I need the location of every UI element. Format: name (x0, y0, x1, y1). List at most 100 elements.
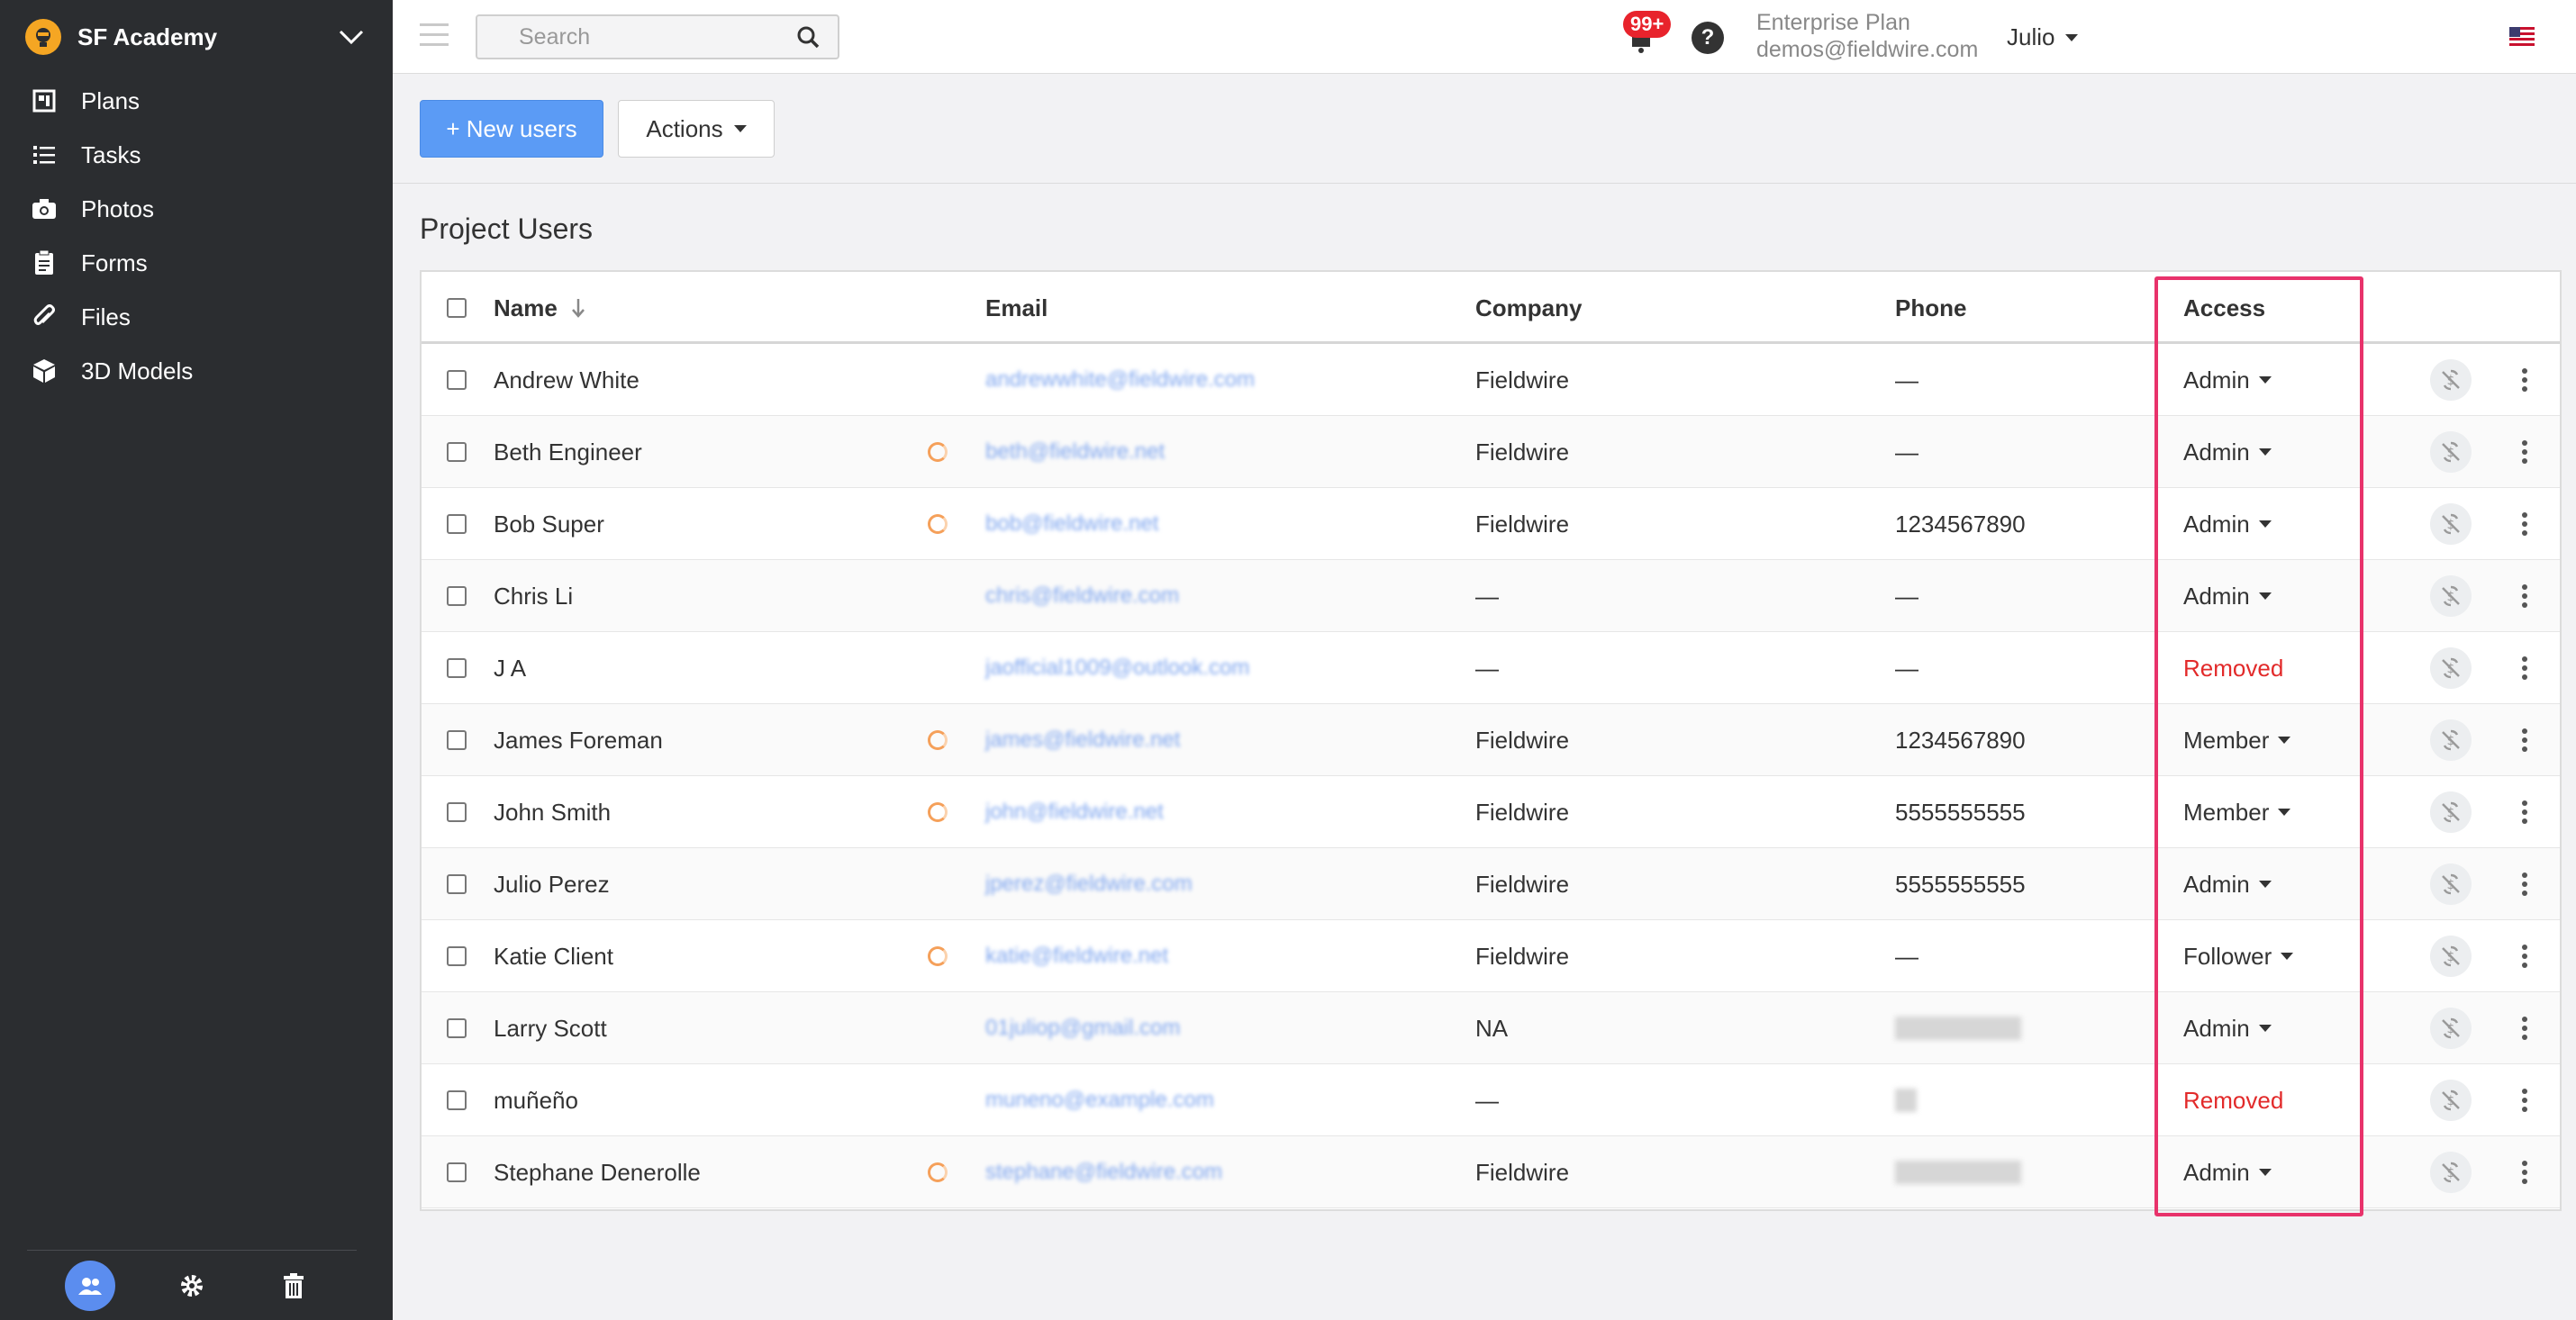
row-menu-button[interactable] (2520, 560, 2529, 632)
table-row[interactable]: John Smith john@fieldwire.net Fieldwire 555… (422, 776, 2560, 848)
table-row[interactable]: Bob Super bob@fieldwire.net Fieldwire 12345… (422, 488, 2560, 560)
billing-toggle[interactable]: $ (2430, 344, 2472, 416)
access-dropdown[interactable]: Admin (2183, 1159, 2272, 1187)
table-row[interactable]: Larry Scott 01juliop@gmail.com NA Admin $ (422, 992, 2560, 1064)
table-row[interactable]: Stephane Denerolle stephane@fieldwire.com… (422, 1136, 2560, 1208)
user-menu[interactable]: Julio (2007, 23, 2079, 51)
access-dropdown[interactable]: Admin (2183, 583, 2272, 610)
billing-toggle[interactable]: $ (2430, 848, 2472, 920)
access-dropdown[interactable]: Admin (2183, 366, 2272, 394)
user-email[interactable]: stephane@fieldwire.com (985, 1136, 1222, 1208)
sidebar-item-photos[interactable]: Photos (0, 182, 393, 236)
table-row[interactable]: J A jaofficial1009@outlook.com — — Removed $ (422, 632, 2560, 704)
row-menu-button[interactable] (2520, 704, 2529, 776)
row-menu-button[interactable] (2520, 344, 2529, 416)
row-menu-button[interactable] (2520, 920, 2529, 992)
sidebar-item-tasks[interactable]: Tasks (0, 128, 393, 182)
hamburger-menu-icon[interactable] (420, 23, 449, 50)
row-checkbox[interactable] (447, 416, 467, 488)
user-email[interactable]: katie@fieldwire.net (985, 920, 1168, 992)
user-email[interactable]: jperez@fieldwire.com (985, 848, 1193, 920)
row-checkbox[interactable] (447, 920, 467, 992)
search-icon[interactable] (796, 25, 820, 49)
sort-down-arrow-icon[interactable] (570, 297, 586, 319)
billing-toggle[interactable]: $ (2430, 992, 2472, 1064)
row-menu-button[interactable] (2520, 488, 2529, 560)
billing-toggle[interactable]: $ (2430, 1064, 2472, 1136)
sync-status-icon (928, 704, 948, 776)
table-row[interactable]: Chris Li chris@fieldwire.com — — Admin $ (422, 560, 2560, 632)
user-email[interactable]: chris@fieldwire.com (985, 560, 1179, 632)
row-checkbox[interactable] (447, 344, 467, 416)
row-checkbox[interactable] (447, 992, 467, 1064)
search-input[interactable]: Search (476, 14, 839, 59)
row-checkbox[interactable] (447, 776, 467, 848)
row-checkbox[interactable] (447, 560, 467, 632)
sidebar-item-plans[interactable]: Plans (0, 74, 393, 128)
row-checkbox[interactable] (447, 632, 467, 704)
user-email[interactable]: beth@fieldwire.net (985, 416, 1165, 488)
user-name: Beth Engineer (494, 438, 642, 466)
row-checkbox[interactable] (447, 1064, 467, 1136)
user-email[interactable]: jaofficial1009@outlook.com (985, 632, 1249, 704)
table-row[interactable]: Beth Engineer beth@fieldwire.net Fieldwire… (422, 416, 2560, 488)
table-row[interactable]: Andrew White andrewwhite@fieldwire.com Fie… (422, 344, 2560, 416)
user-email[interactable]: 01juliop@gmail.com (985, 992, 1180, 1064)
actions-dropdown[interactable]: Actions (618, 100, 775, 158)
row-menu-button[interactable] (2520, 1136, 2529, 1208)
row-checkbox[interactable] (447, 488, 467, 560)
user-access: Admin (2183, 416, 2272, 488)
sidebar-item-label: Plans (81, 86, 141, 114)
name-column-header[interactable]: Name (494, 272, 586, 344)
company-column-header: Company (1475, 294, 1583, 321)
access-dropdown[interactable]: Admin (2183, 511, 2272, 538)
help-icon[interactable]: ? (1692, 22, 1724, 54)
billing-toggle[interactable]: $ (2430, 416, 2472, 488)
table-row[interactable]: Julio Perez jperez@fieldwire.com Fieldwire… (422, 848, 2560, 920)
user-email[interactable]: bob@fieldwire.net (985, 488, 1158, 560)
access-value: Admin (2183, 870, 2250, 898)
select-all-checkbox[interactable] (447, 272, 467, 344)
access-dropdown[interactable]: Admin (2183, 438, 2272, 466)
users-button[interactable] (65, 1260, 115, 1311)
sidebar-footer (27, 1250, 357, 1320)
access-dropdown[interactable]: Member (2183, 727, 2291, 755)
trash-button[interactable] (268, 1261, 319, 1311)
row-menu-button[interactable] (2520, 632, 2529, 704)
new-users-button[interactable]: + New users (420, 100, 603, 158)
chevron-down-icon[interactable] (335, 21, 367, 53)
row-checkbox[interactable] (447, 848, 467, 920)
billing-toggle[interactable]: $ (2430, 632, 2472, 704)
table-row[interactable]: Katie Client katie@fieldwire.net Fieldwire… (422, 920, 2560, 992)
access-dropdown[interactable]: Follower (2183, 943, 2294, 971)
billing-toggle[interactable]: $ (2430, 776, 2472, 848)
user-company: Fieldwire (1475, 510, 1570, 538)
table-row[interactable]: James Foreman james@fieldwire.net Fieldwir… (422, 704, 2560, 776)
billing-toggle[interactable]: $ (2430, 704, 2472, 776)
user-email[interactable]: james@fieldwire.net (985, 704, 1180, 776)
billing-toggle[interactable]: $ (2430, 488, 2472, 560)
row-menu-button[interactable] (2520, 1064, 2529, 1136)
row-menu-button[interactable] (2520, 776, 2529, 848)
row-menu-button[interactable] (2520, 848, 2529, 920)
row-menu-button[interactable] (2520, 416, 2529, 488)
access-dropdown[interactable]: Admin (2183, 1015, 2272, 1043)
sidebar-item-3d-models[interactable]: 3D Models (0, 344, 393, 398)
user-email[interactable]: muneno@example.com (985, 1064, 1214, 1136)
billing-toggle[interactable]: $ (2430, 560, 2472, 632)
row-checkbox[interactable] (447, 704, 467, 776)
user-email[interactable]: andrewwhite@fieldwire.com (985, 344, 1255, 416)
access-dropdown[interactable]: Member (2183, 799, 2291, 827)
row-checkbox[interactable] (447, 1136, 467, 1208)
settings-button[interactable] (167, 1261, 217, 1311)
access-dropdown[interactable]: Admin (2183, 871, 2272, 899)
row-menu-button[interactable] (2520, 992, 2529, 1064)
sidebar-item-files[interactable]: Files (0, 290, 393, 344)
project-switcher[interactable]: SF Academy (0, 0, 393, 74)
sidebar-item-forms[interactable]: Forms (0, 236, 393, 290)
billing-toggle[interactable]: $ (2430, 920, 2472, 992)
user-email[interactable]: john@fieldwire.net (985, 776, 1164, 848)
table-row[interactable]: muñeño muneno@example.com — Removed $ (422, 1064, 2560, 1136)
us-flag-icon[interactable] (2509, 27, 2535, 47)
billing-toggle[interactable]: $ (2430, 1136, 2472, 1208)
